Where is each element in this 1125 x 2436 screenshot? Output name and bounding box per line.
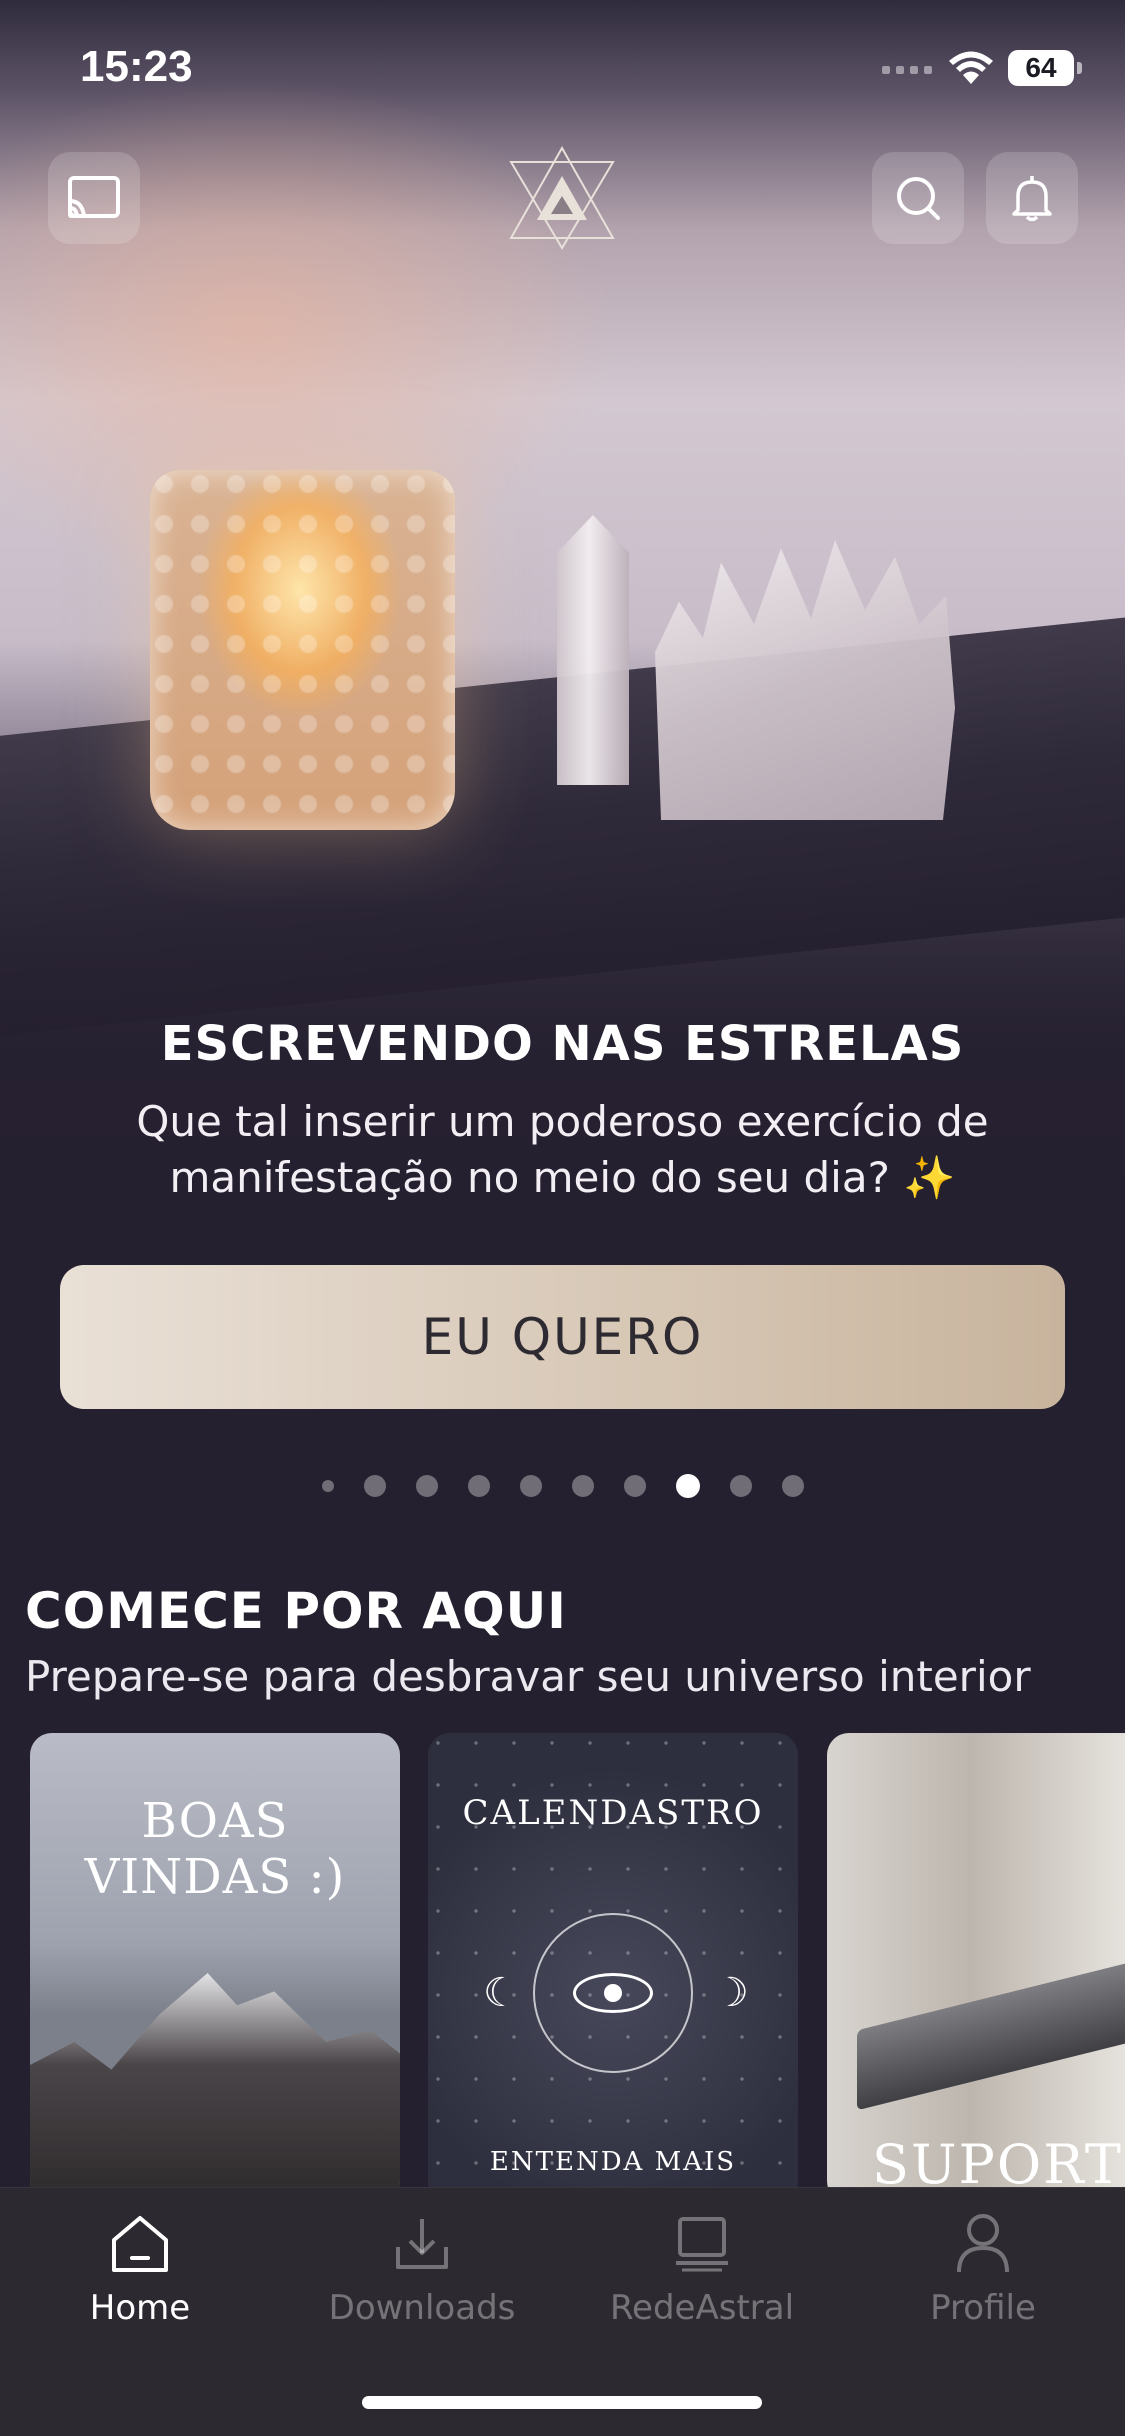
carousel-dot[interactable]: [623, 1475, 646, 1497]
carousel-dot[interactable]: [781, 1475, 804, 1497]
carousel-dot[interactable]: [519, 1475, 542, 1497]
tab-label: Home: [89, 2288, 191, 2328]
monitor-icon: [676, 2217, 728, 2272]
carousel-dot[interactable]: [467, 1475, 490, 1497]
hero-subtitle: Que tal inserir um poderoso exercício de…: [136, 1097, 989, 1202]
notifications-button[interactable]: [986, 152, 1078, 244]
bell-icon: [1012, 176, 1052, 222]
crescent-moon-icon: ☾: [483, 1970, 519, 2016]
card-calendastro[interactable]: CALENDASTRO ☾ ☽ ENTENDA MAIS: [428, 1733, 798, 2193]
carousel-dot[interactable]: [321, 1480, 334, 1492]
crystal-point-image-part: [557, 515, 629, 785]
tab-label: RedeAstral: [609, 2288, 795, 2328]
tab-redeastral[interactable]: RedeAstral: [562, 2208, 842, 2338]
home-icon: [112, 2216, 168, 2272]
status-time: 15:23: [80, 42, 193, 91]
tab-profile[interactable]: Profile: [843, 2208, 1123, 2338]
section-subtitle: Prepare-se para desbravar seu universo i…: [25, 1652, 1031, 1701]
candle-image-part: [150, 470, 455, 830]
carousel-dot[interactable]: [363, 1475, 386, 1497]
search-button[interactable]: [872, 152, 964, 244]
wifi-icon: [949, 51, 993, 84]
card-suporte[interactable]: SUPORTE: [827, 1733, 1125, 2193]
cellular-signal-icon: [882, 66, 932, 74]
mountain-image-part: [30, 1973, 400, 2193]
cast-icon: [68, 176, 120, 218]
tab-home[interactable]: Home: [0, 2208, 280, 2338]
home-indicator[interactable]: [362, 2396, 762, 2409]
section-title: COMECE POR AQUI: [25, 1582, 567, 1640]
card-title: SUPORTE: [872, 2133, 1125, 2193]
crescent-moon-icon: ☽: [713, 1970, 749, 2016]
carousel-dot[interactable]: [571, 1475, 594, 1497]
carousel-dot[interactable]: [729, 1475, 752, 1497]
card-boas-vindas[interactable]: BOAS VINDAS :): [30, 1733, 400, 2193]
carousel-dot-active[interactable]: [675, 1474, 700, 1498]
eu-quero-button[interactable]: EU QUERO: [60, 1265, 1065, 1409]
tab-label: Profile: [930, 2288, 1036, 2328]
card-caption: ENTENDA MAIS: [489, 2147, 737, 2177]
status-bar: 15:23 64: [0, 0, 1125, 140]
card-title: CALENDASTRO: [462, 1793, 764, 1833]
hero-title: ESCREVENDO NAS ESTRELAS: [160, 1016, 965, 1072]
cast-button[interactable]: [48, 152, 140, 244]
tab-downloads[interactable]: Downloads: [282, 2208, 562, 2338]
hero-gradient-overlay: [0, 880, 1125, 1620]
card-title: BOAS VINDAS :): [84, 1793, 346, 1905]
eye-icon: [573, 1973, 653, 2013]
triangle-star-logo[interactable]: [505, 140, 620, 255]
search-icon: [897, 177, 940, 220]
card-carousel[interactable]: BOAS VINDAS :) CALENDASTRO ☾ ☽ ENTENDA M…: [0, 1733, 1125, 2193]
person-icon: [957, 2214, 1009, 2273]
crystal-cluster-image-part: [655, 540, 955, 820]
download-icon: [396, 2219, 448, 2269]
battery-indicator: 64: [1008, 50, 1082, 86]
carousel-page-indicator[interactable]: [0, 1474, 1125, 1498]
laptop-image-part: [857, 1955, 1125, 2111]
tab-label: Downloads: [328, 2288, 516, 2328]
carousel-dot[interactable]: [415, 1475, 438, 1497]
